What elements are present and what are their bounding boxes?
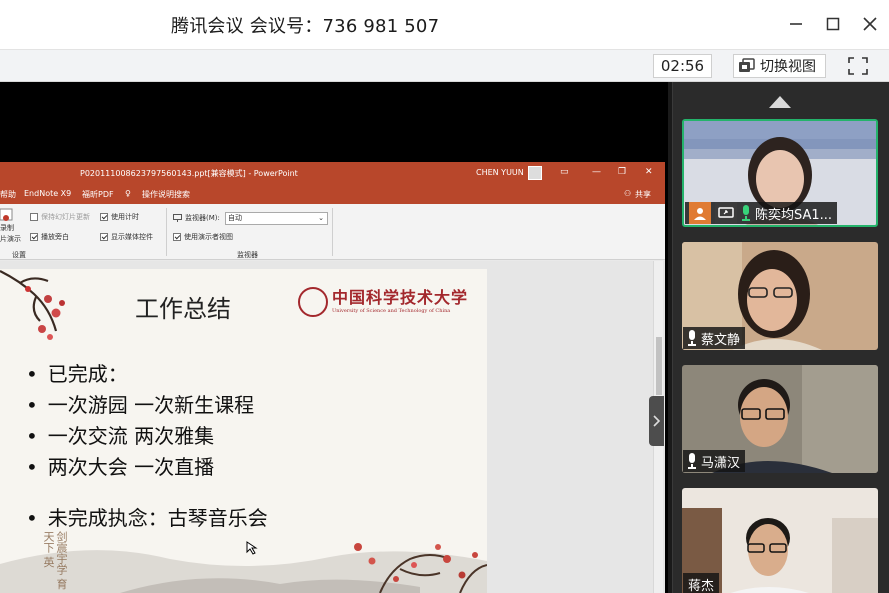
group-setup-label: 设置: [12, 251, 26, 259]
fullscreen-icon: [848, 57, 868, 75]
participant-name: 马潇汉: [701, 455, 741, 471]
meeting-timer: 02:56: [653, 54, 712, 78]
screen-share-icon: [715, 202, 737, 224]
use-presenter-view-checkbox[interactable]: 使用演示者视图: [173, 232, 233, 242]
menu-help[interactable]: 帮助: [0, 189, 16, 200]
monitor-select[interactable]: 自动 ⌄: [225, 212, 328, 225]
participant-nameplate: 陈奕均SA1...: [685, 202, 838, 224]
keep-slides-updated-checkbox[interactable]: 保持幻灯片更新: [30, 212, 90, 222]
participant-nameplate: 蔡文静: [683, 327, 746, 349]
ppt-user-avatar: [528, 166, 542, 180]
title-bar: 腾讯会议 会议号：736 981 507: [0, 0, 889, 49]
participant-name: 蒋杰: [688, 578, 715, 593]
switch-view-label: 切换视图: [760, 59, 816, 75]
shared-screen: P020111008623797560143.ppt[兼容模式] - Power…: [0, 82, 668, 593]
ppt-menu-bar: 帮助 EndNote X9 福昕PDF ♀ 操作说明搜索 ⚇ 共享: [0, 184, 665, 204]
ppt-minimize-icon[interactable]: —: [592, 167, 601, 177]
participant-nameplate: 马潇汉: [683, 450, 746, 472]
play-narrations-checkbox[interactable]: 播放旁白: [30, 232, 69, 242]
ppt-ribbon: 录制 片演示 保持幻灯片更新 使用计时 播放旁白 显示媒体控件 设置 监视器(M…: [0, 204, 665, 260]
slide-motto: 剑震宇学 育天下 英: [42, 531, 68, 590]
collapse-panel-button[interactable]: [649, 396, 664, 446]
minimize-icon: [790, 23, 802, 25]
microphone-active-icon: [741, 205, 751, 221]
record-slideshow-button[interactable]: 录制 片演示: [0, 208, 21, 244]
participant-name: 陈奕均SA1...: [755, 207, 833, 223]
ppt-restore-icon[interactable]: ❐: [618, 167, 626, 177]
switch-view-button[interactable]: 切换视图: [733, 54, 826, 78]
show-media-controls-checkbox[interactable]: 显示媒体控件: [100, 232, 153, 242]
ppt-user-name: CHEN YUUN: [476, 168, 524, 177]
participant-nameplate: 蒋杰: [683, 573, 720, 593]
menu-foxit[interactable]: 福昕PDF: [82, 189, 114, 200]
lightbulb-icon: ♀: [125, 189, 131, 198]
maximize-icon: [826, 17, 840, 31]
ribbon-divider: [166, 208, 167, 256]
ustc-seal-icon: [298, 287, 328, 317]
participant-name: 蔡文静: [701, 332, 741, 348]
slide-canvas: 工作总结 中国科学技术大学 University of Science and …: [0, 269, 487, 593]
participant-tile[interactable]: 蔡文静: [682, 242, 878, 350]
ustc-name-en: University of Science and Technology of …: [332, 308, 451, 314]
bullet-item: • 未完成执念：古琴音乐会: [26, 506, 268, 530]
monitor-label: 监视器(M):: [173, 213, 220, 223]
scrollbar-thumb[interactable]: [656, 337, 662, 395]
close-button[interactable]: [856, 10, 884, 38]
bullet-item: • 已完成：: [26, 362, 128, 386]
ribbon-display-icon[interactable]: ▭: [560, 167, 569, 177]
minimize-button[interactable]: [782, 10, 810, 38]
switch-view-icon: [739, 58, 755, 72]
share-person-icon: ⚇: [624, 189, 632, 198]
chevron-right-icon: [652, 415, 660, 427]
ppt-file-title: P020111008623797560143.ppt[兼容模式] - Power…: [80, 169, 298, 178]
close-icon: [863, 17, 877, 31]
record-icon: [0, 208, 13, 221]
maximize-button[interactable]: [819, 10, 847, 38]
use-timings-checkbox[interactable]: 使用计时: [100, 212, 139, 222]
host-icon: [689, 202, 711, 224]
slide-title: 工作总结: [135, 295, 231, 323]
microphone-icon: [687, 330, 697, 346]
participants-panel: 陈奕均SA1... 蔡文静 马潇汉 蒋杰: [672, 82, 889, 593]
fullscreen-button[interactable]: [845, 54, 871, 78]
ribbon-divider: [332, 208, 333, 256]
tencent-meeting-window: 腾讯会议 会议号：736 981 507 02:56 切换视图 P0201110…: [0, 0, 889, 593]
menu-endnote[interactable]: EndNote X9: [24, 189, 71, 198]
monitor-icon: [173, 214, 182, 222]
bullet-item: • 一次游园 一次新生课程: [26, 393, 255, 417]
bullet-item: • 一次交流 两次雅集: [26, 424, 215, 448]
group-monitors-label: 监视器: [237, 251, 258, 259]
participant-tile[interactable]: 蒋杰: [682, 488, 878, 593]
ppt-title-bar: P020111008623797560143.ppt[兼容模式] - Power…: [0, 162, 665, 184]
menu-tell-me[interactable]: 操作说明搜索: [142, 189, 190, 200]
microphone-icon: [687, 453, 697, 469]
ustc-logo: 中国科学技术大学 University of Science and Techn…: [298, 287, 468, 317]
cursor-icon: [246, 541, 258, 555]
participant-tile[interactable]: 马潇汉: [682, 365, 878, 473]
ustc-name-cn: 中国科学技术大学: [332, 288, 469, 307]
slide-bullets: • 已完成： • 一次游园 一次新生课程 • 一次交流 两次雅集 • 两次大会 一次直播…: [26, 359, 268, 534]
meeting-title: 腾讯会议 会议号：736 981 507: [171, 16, 440, 37]
ppt-close-icon[interactable]: ✕: [645, 167, 653, 177]
menu-share[interactable]: 共享: [635, 189, 651, 200]
participant-tile[interactable]: 陈奕均SA1...: [682, 119, 878, 227]
meeting-toolbar: 02:56 切换视图: [0, 49, 889, 82]
chevron-down-icon: ⌄: [318, 214, 324, 222]
scroll-up-arrow-icon[interactable]: [769, 96, 791, 108]
bullet-item: • 两次大会 一次直播: [26, 455, 215, 479]
